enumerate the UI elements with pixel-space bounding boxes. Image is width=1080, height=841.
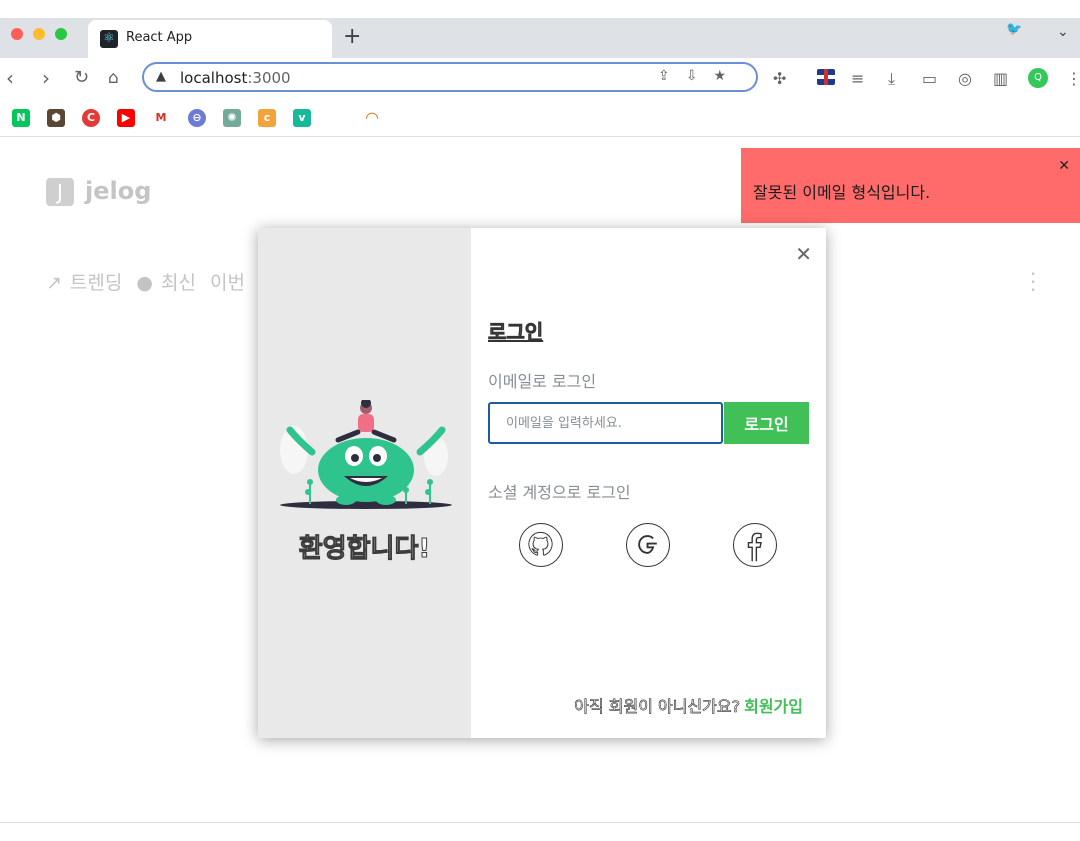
tab-title: React App bbox=[126, 30, 193, 45]
split-view-icon[interactable]: ▥ bbox=[993, 69, 1008, 88]
bookmark-hex-icon[interactable]: ⬢ bbox=[47, 109, 65, 127]
bookmark-loading-icon[interactable]: ◠ bbox=[363, 109, 381, 127]
extensions-icon[interactable]: ✣ bbox=[773, 69, 786, 88]
tab-search-chevron-icon[interactable]: ⌄ bbox=[1057, 24, 1069, 40]
facebook-login-button[interactable] bbox=[733, 523, 777, 567]
new-tab-button[interactable]: + bbox=[343, 26, 361, 48]
address-bar[interactable]: ▲ localhost:3000 ⇪⇩★ bbox=[142, 62, 758, 92]
minimize-window-button[interactable] bbox=[33, 28, 45, 40]
browser-toolbar: ‹ › ↻ ⌂ ▲ localhost:3000 ⇪⇩★ ✣ ≡ ⤓ ▭ ◎ ▥… bbox=[0, 58, 1080, 100]
screenshot-icon[interactable]: ◎ bbox=[958, 69, 972, 88]
browser-tab[interactable]: ⚛ React App bbox=[88, 20, 332, 58]
period-select[interactable]: 이번 bbox=[210, 272, 245, 294]
bookmark-youtube-icon[interactable]: ▶ bbox=[117, 109, 135, 127]
close-window-button[interactable] bbox=[11, 28, 23, 40]
signup-question: 아직 회원이 아니신가요? bbox=[574, 697, 741, 717]
login-button[interactable]: 로그인 bbox=[724, 402, 809, 444]
trending-icon: ↗ bbox=[46, 272, 62, 294]
maximize-window-button[interactable] bbox=[55, 28, 67, 40]
react-favicon-icon: ⚛ bbox=[100, 30, 118, 48]
camera-icon[interactable]: ▭ bbox=[922, 69, 937, 88]
github-login-button[interactable] bbox=[519, 523, 563, 567]
url-text[interactable]: localhost:3000 bbox=[180, 69, 291, 87]
clock-icon: ● bbox=[136, 272, 154, 294]
forward-icon[interactable]: › bbox=[42, 66, 50, 90]
google-icon bbox=[638, 535, 657, 554]
social-login-label: 소셜 계정으로 로그인 bbox=[488, 483, 631, 502]
bookmark-gmail-icon[interactable]: M bbox=[152, 109, 170, 127]
logo-badge[interactable]: J bbox=[46, 178, 74, 206]
profile-avatar[interactable]: Q bbox=[1028, 68, 1048, 88]
toast-message: 잘못된 이메일 형식입니다. bbox=[753, 183, 931, 202]
bookmarks-bar: N ⬢ C ▶ M ⊖ ✺ c v ◠ bbox=[0, 100, 1080, 137]
bookmark-globe-icon[interactable]: ⊖ bbox=[188, 109, 206, 127]
welcome-text: 환영합니다! bbox=[298, 534, 431, 565]
tab-trending[interactable]: 트렌딩 bbox=[70, 272, 122, 294]
media-icon[interactable]: 🐦 bbox=[1006, 22, 1022, 37]
home-icon[interactable]: ⌂ bbox=[108, 66, 119, 90]
email-login-label: 이메일로 로그인 bbox=[488, 372, 597, 391]
back-icon[interactable]: ‹ bbox=[6, 66, 14, 90]
reading-list-icon[interactable]: ≡ bbox=[851, 69, 864, 88]
more-options-icon[interactable]: · · · bbox=[1030, 264, 1038, 300]
uk-flag-icon[interactable] bbox=[817, 69, 835, 85]
bookmark-v-icon[interactable]: v bbox=[293, 109, 311, 127]
email-input[interactable] bbox=[488, 402, 723, 444]
bookmark-chatgpt-icon[interactable]: ✺ bbox=[223, 109, 241, 127]
signup-link[interactable]: 회원가입 bbox=[744, 697, 803, 716]
login-modal: 환영합니다! ✕ 로그인 이메일로 로그인 로그인 소셜 계정으로 로그인 아직… bbox=[258, 228, 826, 738]
download-icon[interactable]: ⤓ bbox=[888, 69, 895, 89]
modal-close-icon[interactable]: ✕ bbox=[795, 242, 812, 266]
bookmark-c2-icon[interactable]: c bbox=[258, 109, 276, 127]
bookmark-naver-icon[interactable]: N bbox=[12, 109, 30, 127]
modal-welcome-panel: 환영합니다! bbox=[258, 228, 471, 738]
reload-icon[interactable]: ↻ bbox=[74, 66, 89, 90]
modal-login-panel: ✕ 로그인 이메일로 로그인 로그인 소셜 계정으로 로그인 아직 회원이 아니… bbox=[471, 228, 826, 738]
more-menu-icon[interactable]: ⋮ bbox=[1066, 69, 1080, 88]
google-login-button[interactable] bbox=[626, 523, 670, 567]
facebook-icon bbox=[747, 532, 762, 562]
login-title: 로그인 bbox=[488, 320, 544, 345]
welcome-illustration bbox=[280, 400, 452, 509]
error-toast: ✕ 잘못된 이메일 형식입니다. bbox=[741, 148, 1080, 223]
address-bar-actions[interactable]: ⇪⇩★ bbox=[658, 68, 742, 84]
bookmark-c-icon[interactable]: C bbox=[82, 109, 100, 127]
warning-icon[interactable]: ▲ bbox=[156, 69, 166, 84]
github-icon bbox=[528, 531, 553, 556]
home-tabs: ↗ 트렌딩 ● 최신 이번 bbox=[46, 268, 253, 295]
logo-text[interactable]: jelog bbox=[85, 177, 151, 205]
toast-close-icon[interactable]: ✕ bbox=[1058, 158, 1070, 174]
tab-latest[interactable]: 최신 bbox=[161, 272, 196, 294]
tab-bar: ⚛ React App + 🐦 ⌄ bbox=[0, 18, 1080, 58]
signup-row: 아직 회원이 아니신가요? 회원가입 bbox=[574, 693, 803, 717]
window-top-strip bbox=[0, 0, 1080, 18]
page-bottom-divider bbox=[0, 822, 1080, 823]
